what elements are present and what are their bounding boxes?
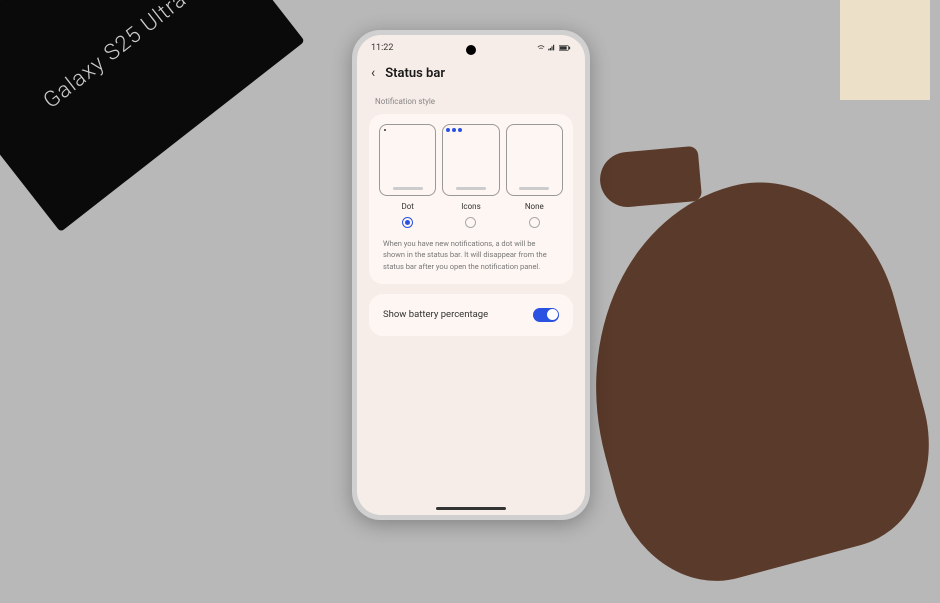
radio-icons[interactable] <box>465 217 476 228</box>
style-option-icons[interactable]: Icons <box>442 124 499 228</box>
option-label-dot: Dot <box>401 202 413 211</box>
radio-dot[interactable] <box>402 217 413 228</box>
nav-bar-indicator[interactable] <box>436 507 506 510</box>
box-label: Galaxy S25 Ultra <box>39 0 192 113</box>
preview-dot <box>379 124 436 196</box>
content-area: Notification style Dot Icons <box>357 93 585 336</box>
status-time: 11:22 <box>371 43 393 53</box>
style-option-dot[interactable]: Dot <box>379 124 436 228</box>
style-option-none[interactable]: None <box>506 124 563 228</box>
status-icons <box>537 44 571 52</box>
battery-percentage-row[interactable]: Show battery percentage <box>379 304 563 326</box>
radio-none[interactable] <box>529 217 540 228</box>
phone-device: 11:22 ‹ Status bar Notification style Do… <box>352 30 590 520</box>
battery-icon <box>559 44 571 52</box>
wifi-icon <box>537 44 545 52</box>
page-title: Status bar <box>385 66 445 81</box>
wooden-block-prop <box>840 0 930 100</box>
battery-card: Show battery percentage <box>369 294 573 336</box>
style-options-row: Dot Icons None <box>379 124 563 228</box>
hand-prop <box>546 153 940 603</box>
preview-none <box>506 124 563 196</box>
page-header: ‹ Status bar <box>357 57 585 93</box>
signal-icon <box>548 44 556 52</box>
finger-prop <box>598 146 702 210</box>
battery-percentage-toggle[interactable] <box>533 308 559 322</box>
product-box-prop: Galaxy S25 Ultra <box>0 0 305 232</box>
phone-screen: 11:22 ‹ Status bar Notification style Do… <box>357 35 585 515</box>
notification-style-card: Dot Icons None <box>369 114 573 284</box>
preview-icons <box>442 124 499 196</box>
camera-punch-hole <box>466 45 476 55</box>
back-button[interactable]: ‹ <box>371 65 375 81</box>
style-description: When you have new notifications, a dot w… <box>379 228 563 274</box>
battery-percentage-label: Show battery percentage <box>383 309 488 320</box>
option-label-icons: Icons <box>461 202 480 211</box>
option-label-none: None <box>525 202 544 211</box>
section-label-notification-style: Notification style <box>369 93 573 114</box>
